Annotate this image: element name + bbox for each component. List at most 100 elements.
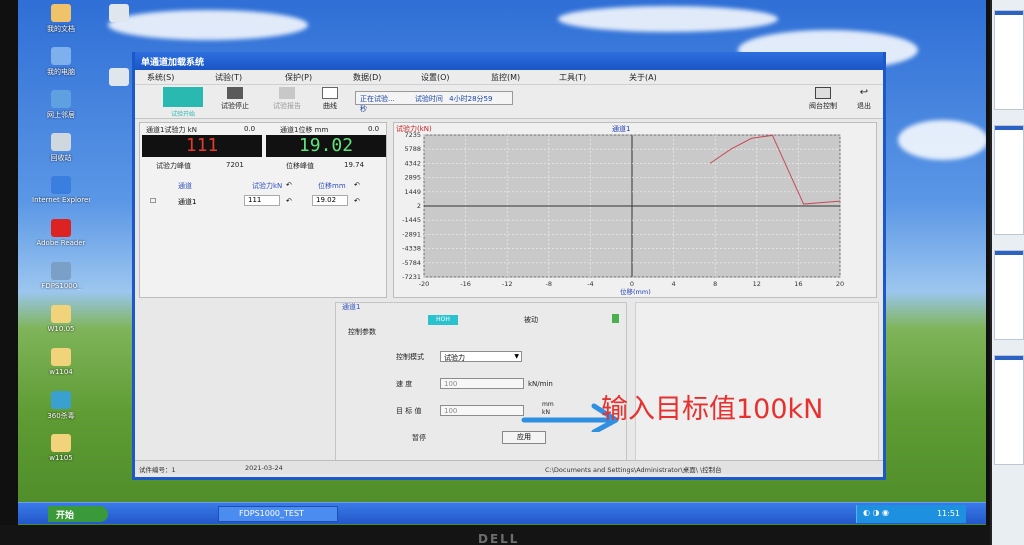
- y-tick-label: 4342: [404, 159, 421, 167]
- app-icon: [51, 262, 71, 280]
- menu-item[interactable]: 设置(O): [421, 72, 450, 83]
- pause-button[interactable]: 暂停: [412, 433, 426, 443]
- row-checkbox[interactable]: ☐: [150, 197, 156, 205]
- sky-cloud: [558, 6, 778, 32]
- chart-ylabel: 试验力(kN): [396, 124, 432, 133]
- folder-icon: [51, 348, 71, 366]
- y-tick-label: 1449: [404, 188, 421, 196]
- menu-item[interactable]: 试验(T): [215, 72, 242, 83]
- test-report-button[interactable]: 试验报告: [267, 87, 307, 115]
- thumbnail[interactable]: [994, 250, 1024, 340]
- taskbar: 开始 FDPS1000_TEST ◐ ◑ ◉ 11:51: [18, 502, 986, 524]
- test-status-box: 正在试验... 试验时间 4小时28分59秒: [355, 91, 513, 113]
- hold-badge[interactable]: HOH: [428, 315, 458, 325]
- speed-unit: kN/min: [528, 380, 553, 388]
- force-readout-label: 通道1试验力 kN: [146, 126, 197, 134]
- force-peak-label: 试验力峰值: [156, 162, 191, 170]
- target-label: 目 标 值: [396, 407, 422, 415]
- desktop-icon-label: 我的文档: [47, 25, 75, 33]
- table-header-disp: 位移mm: [318, 182, 346, 190]
- status-indicator: [612, 314, 619, 323]
- shortcut-icon: [109, 4, 129, 22]
- desktop-icon[interactable]: Adobe Reader: [32, 219, 90, 247]
- table-row-channel: 通道1: [178, 198, 197, 206]
- x-tick-label: -4: [587, 280, 593, 288]
- y-tick-label: 2: [417, 202, 421, 210]
- taskbar-app-item[interactable]: FDPS1000_TEST: [218, 506, 338, 522]
- specimen-number: 试件编号：1: [139, 466, 176, 474]
- mode-tab-passive[interactable]: 被动: [524, 315, 538, 325]
- thumbnail[interactable]: [994, 355, 1024, 465]
- control-mode-select[interactable]: 试验力 ▼: [440, 351, 522, 362]
- thumbnail[interactable]: [994, 125, 1024, 235]
- x-tick-label: 0: [630, 280, 634, 288]
- desktop-icon[interactable]: w1105: [32, 434, 90, 462]
- target-input[interactable]: 100: [440, 405, 524, 416]
- row-disp-reset-icon[interactable]: ↶: [354, 197, 360, 205]
- tray-icons: ◐ ◑ ◉: [863, 508, 890, 517]
- control-panel: 通道1 HOH 被动 控制参数 控制模式 试验力 ▼ 速 度 100 kN/mi…: [335, 302, 627, 472]
- menu-item[interactable]: 系统(S): [147, 72, 174, 83]
- desktop-icon[interactable]: Internet Explorer: [32, 176, 90, 204]
- y-tick-label: -5784: [402, 259, 421, 267]
- test-status-text: 正在试验...: [360, 95, 395, 103]
- network-icon: [51, 90, 71, 108]
- desktop-icon[interactable]: 我的电脑: [32, 47, 90, 77]
- row-force-reset-icon[interactable]: ↶: [286, 197, 292, 205]
- readout-panel: 通道1试验力 kN 0.0 通道1位移 mm 0.0 111 19.02 试验力…: [139, 122, 387, 298]
- control-channel-label: 通道1: [342, 303, 361, 311]
- thumbnail[interactable]: [994, 10, 1024, 110]
- x-tick-label: 20: [836, 280, 844, 288]
- menu-item[interactable]: 监控(M): [491, 72, 520, 83]
- curve-icon: [322, 87, 338, 99]
- taskbar-clock: 11:51: [936, 509, 960, 518]
- force-displacement-chart: -20 -16 -12 -8 -4 0 4 8 12 16 20723557884342289514…: [396, 124, 844, 296]
- start-test-button[interactable]: 试验开始: [163, 87, 203, 118]
- desktop-icon[interactable]: 网上邻居: [32, 90, 90, 120]
- y-tick-label: -1445: [402, 216, 421, 224]
- start-button[interactable]: 开始: [48, 506, 108, 522]
- desktop-icon[interactable]: FDPS1000_: [32, 262, 90, 290]
- table-header-channel: 通道: [178, 182, 192, 190]
- stop-test-button[interactable]: 试验停止: [215, 87, 255, 115]
- table-header-force: 试验力kN: [252, 182, 283, 190]
- force-reset-icon[interactable]: ↶: [286, 181, 292, 189]
- desktop-icon[interactable]: w1104: [32, 348, 90, 376]
- desktop-shortcut[interactable]: [90, 4, 148, 24]
- chart-xlabel: 位移(mm): [620, 287, 651, 296]
- monitor-screen: 我的文档我的电脑网上邻居回收站 Internet Explorer Adobe Re…: [18, 0, 986, 530]
- x-tick-label: -16: [460, 280, 471, 288]
- disp-reset-icon[interactable]: ↶: [354, 181, 360, 189]
- disp-readout-label: 通道1位移 mm: [280, 126, 329, 134]
- control-mode-label: 控制模式: [396, 353, 424, 361]
- remote-control-button[interactable]: 阀台控制: [803, 87, 843, 115]
- test-time-label: 试验时间: [414, 95, 443, 103]
- speed-input[interactable]: 100: [440, 378, 524, 389]
- control-mode-value: 试验力: [444, 354, 465, 362]
- force-zero-value: 0.0: [244, 125, 256, 133]
- side-thumbnail-strip: [990, 0, 1024, 545]
- status-path: C:\Documents and Settings\Administrator\…: [545, 466, 722, 474]
- chart-panel: -20 -16 -12 -8 -4 0 4 8 12 16 20 7235 5788 4342 2895 14…: [393, 122, 877, 298]
- stop-icon: [227, 87, 243, 99]
- desktop-icon-label: 回收站: [50, 154, 72, 162]
- curve-button[interactable]: 曲线: [315, 87, 345, 115]
- desktop-icon[interactable]: 我的文档: [32, 4, 90, 34]
- table-row-disp: 19.02: [312, 195, 348, 206]
- menu-item[interactable]: 关于(A): [629, 72, 657, 83]
- menu-item[interactable]: 工具(T): [559, 72, 586, 83]
- menu-bar: 系统(S) 试验(T) 保护(P) 数据(D) 设置(O) 监控(M) 工具(T) 关于(A): [135, 70, 883, 85]
- menu-item[interactable]: 数据(D): [353, 72, 381, 83]
- control-panel-icon: [815, 87, 831, 99]
- menu-item[interactable]: 保护(P): [285, 72, 312, 83]
- apply-button[interactable]: 应用: [502, 431, 546, 444]
- exit-button[interactable]: ↩ 退出: [851, 87, 877, 115]
- desktop-icon[interactable]: W10.05: [32, 305, 90, 333]
- status-bar: 试件编号：1 2021-03-24 C:\Documents and Setti…: [135, 460, 883, 474]
- x-tick-label: -8: [546, 280, 552, 288]
- start-test-label: 试验开始: [170, 111, 195, 118]
- desktop-icon[interactable]: 回收站: [32, 133, 90, 163]
- desktop-icon-label: FDPS1000_: [41, 282, 81, 290]
- exit-icon: ↩: [859, 87, 869, 98]
- desktop-icon[interactable]: 360杀毒: [32, 391, 90, 421]
